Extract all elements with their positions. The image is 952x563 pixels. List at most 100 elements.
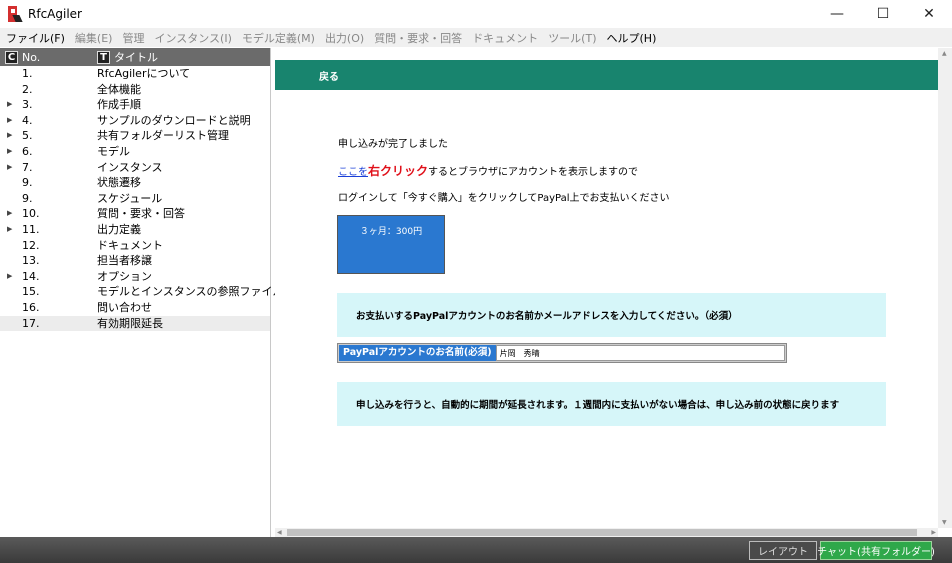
app-logo-icon: [8, 6, 23, 22]
tree-row-title: モデルとインスタンスの参照ファイルと...: [97, 285, 306, 299]
expand-arrow-icon[interactable]: ▶: [7, 97, 12, 113]
horizontal-scroll-thumb[interactable]: [287, 529, 917, 536]
expand-arrow-icon[interactable]: ▶: [7, 128, 12, 144]
tree-row[interactable]: 17. 有効期限延長: [0, 315, 270, 332]
tree-row-title: インスタンス: [97, 160, 163, 174]
tree-row[interactable]: ▶ 4. サンプルのダウンロードと説明: [0, 113, 270, 129]
menu-qa[interactable]: 質問・要求・回答: [374, 30, 462, 46]
tree-row[interactable]: 2. 全体機能: [0, 82, 270, 98]
expand-arrow-icon[interactable]: ▶: [7, 206, 12, 222]
tree-row-no: 7.: [22, 160, 33, 174]
tree-row-no: 9.: [22, 191, 33, 205]
tree-row-no: 17.: [22, 316, 40, 330]
paypal-name-label: PayPalアカウントのお名前(必須): [339, 345, 496, 361]
menu-edit[interactable]: 編集(E): [75, 30, 113, 46]
menu-manage[interactable]: 管理: [122, 30, 144, 46]
tree-row-title: 状態遷移: [97, 176, 141, 190]
menu-file[interactable]: ファイル(F): [6, 30, 65, 46]
scroll-right-arrow-icon[interactable]: ▶: [931, 529, 936, 536]
expand-arrow-icon[interactable]: ▶: [7, 222, 12, 238]
close-button[interactable]: ✕: [906, 0, 952, 28]
tree-row-title: 共有フォルダーリスト管理: [97, 129, 229, 143]
account-link[interactable]: ここを: [338, 167, 368, 178]
tree-list: 1. RfcAgilerについて 2. 全体機能 ▶ 3. 作成手順 ▶ 4. サンプルのダウンロ…: [0, 66, 305, 332]
tree-row-title: モデル: [97, 144, 130, 158]
menu-output[interactable]: 出力(O): [325, 30, 364, 46]
paypal-name-input[interactable]: [495, 345, 785, 361]
completion-message: 申し込みが完了しました: [338, 139, 448, 150]
tree-row-no: 11.: [22, 222, 40, 236]
tree-panel: C No. T タイトル 1. RfcAgilerについて 2. 全体機能 ▶ 3. 作成手…: [0, 48, 305, 537]
tree-row-title: スケジュール: [97, 191, 163, 205]
tree-row[interactable]: ▶ 3. 作成手順: [0, 97, 270, 113]
tree-row-title: 作成手順: [97, 98, 141, 112]
horizontal-scrollbar[interactable]: ◀ ▶: [275, 528, 938, 537]
tree-row-title: 問い合わせ: [97, 300, 152, 314]
tree-row-title: 質問・要求・回答: [97, 207, 185, 221]
tree-row-title: 全体機能: [97, 82, 141, 96]
window-controls: — ☐ ✕: [814, 0, 952, 28]
content-panel: 戻る 申し込みが完了しました ここを右クリックするとブラウザにアカウントを表示し…: [275, 48, 938, 528]
tree-row-no: 4.: [22, 113, 33, 127]
tree-row[interactable]: 16. 問い合わせ: [0, 300, 270, 316]
menu-help[interactable]: ヘルプ(H): [607, 30, 657, 46]
tree-row[interactable]: 12. ドキュメント: [0, 238, 270, 254]
tree-row-no: 14.: [22, 269, 40, 283]
purchase-3-months-button[interactable]: ３ヶ月：300円: [337, 215, 445, 274]
menu-document[interactable]: ドキュメント: [472, 30, 538, 46]
tree-row-no: 12.: [22, 238, 40, 252]
menu-bar: ファイル(F) 編集(E) 管理 インスタンス(I) モデル定義(M) 出力(O…: [0, 28, 952, 47]
scroll-down-arrow-icon[interactable]: ▼: [942, 519, 947, 526]
bottom-bar: レイアウト チャット(共有フォルダー): [0, 537, 952, 563]
tree-row[interactable]: 9. スケジュール: [0, 191, 270, 207]
scroll-up-arrow-icon[interactable]: ▲: [942, 50, 947, 57]
tree-row-no: 13.: [22, 254, 40, 268]
tree-row-no: 3.: [22, 98, 33, 112]
column-header-title[interactable]: T タイトル: [97, 49, 158, 65]
menu-tools[interactable]: ツール(T): [548, 30, 596, 46]
column-no-label: No.: [22, 50, 41, 64]
menu-model-definition[interactable]: モデル定義(M): [242, 30, 315, 46]
tree-row[interactable]: ▶ 11. 出力定義: [0, 222, 270, 238]
text-column-icon: T: [97, 50, 110, 64]
right-click-label: 右クリック: [368, 164, 429, 178]
tree-row[interactable]: 1. RfcAgilerについて: [0, 66, 270, 82]
back-button[interactable]: 戻る: [275, 60, 938, 90]
tree-row-no: 10.: [22, 207, 40, 221]
expand-arrow-icon[interactable]: ▶: [7, 144, 12, 160]
paypal-name-row: PayPalアカウントのお名前(必須): [337, 343, 787, 363]
tree-row-title: 出力定義: [97, 222, 141, 236]
account-instruction-text: するとブラウザにアカウントを表示しますので: [428, 167, 639, 178]
menu-instance[interactable]: インスタンス(I): [154, 30, 231, 46]
tree-row-title: オプション: [97, 269, 152, 283]
tree-row[interactable]: ▶ 7. インスタンス: [0, 160, 270, 176]
tree-row[interactable]: 9. 状態遷移: [0, 175, 270, 191]
minimize-button[interactable]: —: [814, 0, 860, 28]
tree-row-title: 有効期限延長: [97, 316, 163, 330]
layout-button[interactable]: レイアウト: [749, 541, 817, 560]
tree-row[interactable]: 15. モデルとインスタンスの参照ファイルと...: [0, 284, 305, 300]
expand-arrow-icon[interactable]: ▶: [7, 160, 12, 176]
window-title: RfcAgiler: [28, 7, 82, 21]
tree-row-no: 9.: [22, 176, 33, 190]
tree-row-title: サンプルのダウンロードと説明: [97, 113, 251, 127]
login-instruction: ログインして「今すぐ購入」をクリックしてPayPal上でお支払いください: [338, 193, 670, 204]
tree-row-no: 16.: [22, 300, 40, 314]
tree-row-title: ドキュメント: [97, 238, 163, 252]
tree-row[interactable]: 13. 担当者移譲: [0, 253, 270, 269]
tree-row[interactable]: ▶ 6. モデル: [0, 144, 270, 160]
expand-arrow-icon[interactable]: ▶: [7, 113, 12, 129]
maximize-button[interactable]: ☐: [860, 0, 906, 28]
chat-shared-folder-button[interactable]: チャット(共有フォルダー): [817, 541, 935, 560]
tree-row[interactable]: ▶ 14. オプション: [0, 269, 270, 285]
expand-arrow-icon[interactable]: ▶: [7, 269, 12, 285]
vertical-scrollbar[interactable]: ▲ ▼: [938, 48, 952, 528]
tree-row-no: 1.: [22, 67, 33, 80]
tree-row[interactable]: ▶ 10. 質問・要求・回答: [0, 206, 270, 222]
column-header-no[interactable]: C No.: [5, 50, 41, 64]
scroll-left-arrow-icon[interactable]: ◀: [277, 529, 282, 536]
account-instruction: ここを右クリックするとブラウザにアカウントを表示しますので: [338, 162, 638, 179]
tree-header: C No. T タイトル: [0, 48, 270, 66]
tree-row-no: 6.: [22, 144, 33, 158]
tree-row[interactable]: ▶ 5. 共有フォルダーリスト管理: [0, 128, 270, 144]
